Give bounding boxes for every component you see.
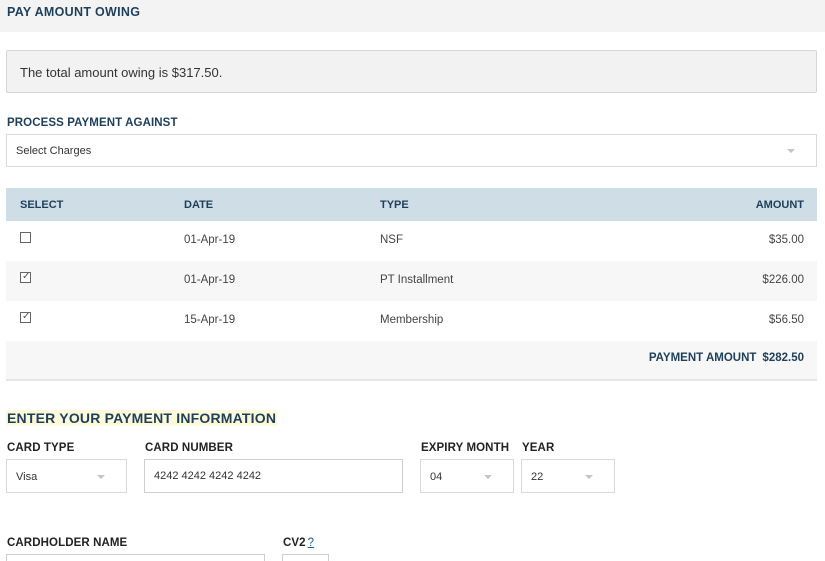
expiry-month-label: EXPIRY MONTH — [421, 442, 510, 454]
year-label: YEAR — [522, 442, 555, 454]
check-icon: ✓ — [22, 271, 31, 282]
owing-notice: The total amount owing is $317.50. — [6, 50, 817, 93]
cv2-label: CV2 — [283, 537, 306, 549]
cv2-label-group: CV2? — [283, 537, 314, 549]
row-amount: $226.00 — [762, 274, 804, 286]
row-amount: $56.50 — [768, 314, 804, 326]
column-header-date: DATE — [184, 199, 214, 211]
page-title: PAY AMOUNT OWING — [7, 5, 141, 19]
expiry-month-select[interactable]: 04 — [420, 459, 514, 493]
card-type-label: CARD TYPE — [7, 442, 75, 454]
owing-message: The total amount owing is $317.50. — [20, 65, 223, 80]
cv2-help-link[interactable]: ? — [308, 537, 315, 549]
chevron-down-icon — [787, 149, 795, 153]
process-payment-value: Select Charges — [16, 145, 92, 157]
chevron-down-icon — [97, 475, 105, 479]
row-select-checkbox[interactable]: ✓ — [20, 271, 31, 283]
table-row: 01-Apr-19 NSF $35.00 — [6, 221, 817, 261]
column-header-select: SELECT — [20, 199, 64, 211]
row-type: NSF — [380, 234, 403, 246]
cv2-input[interactable] — [282, 554, 329, 561]
payment-amount-row: PAYMENT AMOUNT $282.50 — [6, 341, 817, 381]
card-number-value: 4242 4242 4242 4242 — [154, 470, 262, 482]
row-date: 01-Apr-19 — [184, 274, 236, 286]
card-type-select[interactable]: Visa — [6, 459, 127, 493]
check-icon: ✓ — [22, 311, 31, 322]
row-select-checkbox[interactable] — [20, 232, 31, 243]
payment-amount-value: $282.50 — [762, 352, 804, 364]
row-type: PT Installment — [380, 274, 454, 286]
row-amount: $35.00 — [768, 234, 804, 246]
card-number-input[interactable]: 4242 4242 4242 4242 — [144, 459, 403, 493]
top-bar: PAY AMOUNT OWING — [0, 0, 825, 32]
process-payment-select[interactable]: Select Charges — [6, 134, 817, 167]
chevron-down-icon — [484, 475, 492, 479]
payment-amount-label: PAYMENT AMOUNT — [648, 352, 757, 364]
table-row: ✓ 15-Apr-19 Membership $56.50 — [6, 301, 817, 341]
row-type: Membership — [380, 314, 444, 326]
card-type-value: Visa — [16, 471, 38, 483]
row-select-checkbox[interactable]: ✓ — [20, 311, 31, 323]
column-header-type: TYPE — [380, 199, 409, 211]
row-date: 01-Apr-19 — [184, 234, 236, 246]
expiry-month-value: 04 — [430, 471, 443, 483]
column-header-amount: AMOUNT — [755, 199, 804, 211]
payment-amount-summary: PAYMENT AMOUNT $282.50 — [649, 352, 804, 364]
row-date: 15-Apr-19 — [184, 314, 236, 326]
process-payment-label: PROCESS PAYMENT AGAINST — [7, 117, 178, 129]
table-header: SELECT DATE TYPE AMOUNT — [6, 188, 817, 221]
card-number-label: CARD NUMBER — [145, 442, 233, 454]
year-value: 22 — [531, 471, 544, 483]
year-select[interactable]: 22 — [521, 459, 615, 493]
cardholder-name-input[interactable] — [6, 554, 265, 561]
table-row: ✓ 01-Apr-19 PT Installment $226.00 — [6, 261, 817, 301]
payment-info-title: ENTER YOUR PAYMENT INFORMATION — [6, 410, 278, 426]
cardholder-name-label: CARDHOLDER NAME — [7, 537, 128, 549]
chevron-down-icon — [585, 475, 593, 479]
